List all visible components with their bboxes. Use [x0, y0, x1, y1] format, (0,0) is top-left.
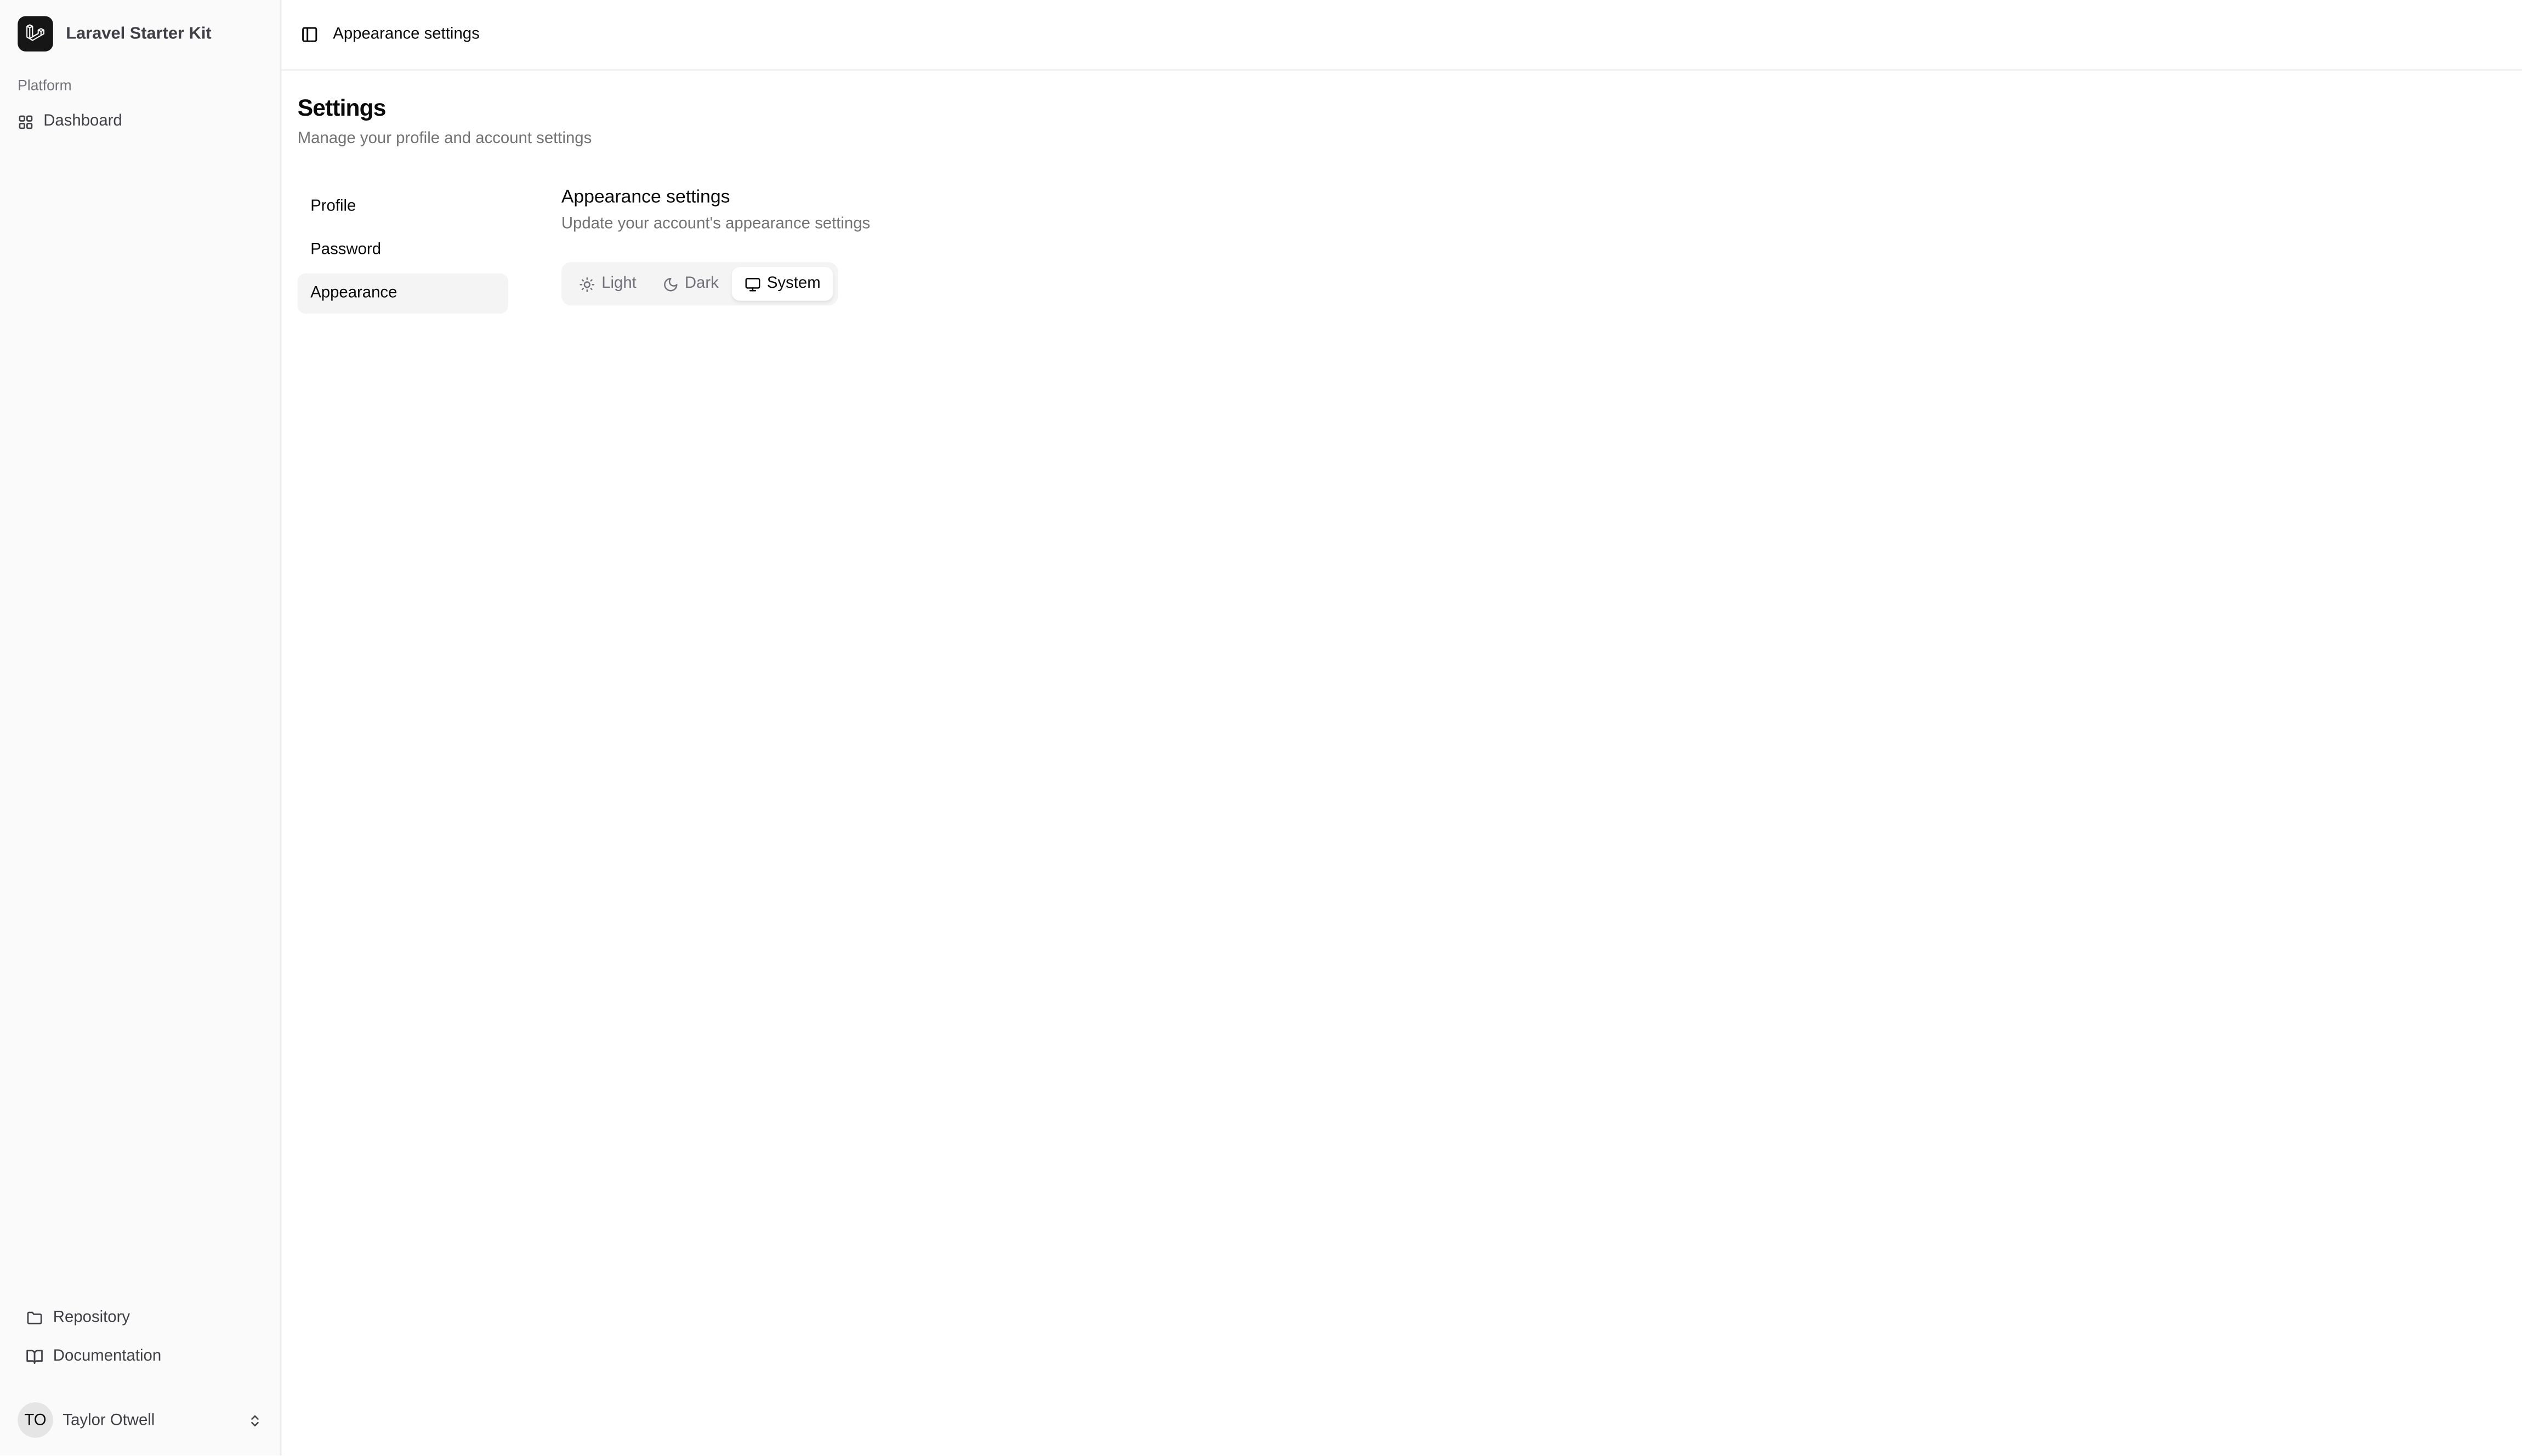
monitor-icon — [745, 276, 767, 292]
moon-icon — [662, 276, 685, 292]
appearance-system-button[interactable]: System — [731, 266, 834, 301]
app-name: Laravel Starter Kit — [66, 24, 212, 44]
settings-nav-profile[interactable]: Profile — [298, 186, 508, 226]
book-open-icon — [26, 1347, 53, 1365]
sidebar-item-label: Documentation — [53, 1347, 162, 1366]
user-menu-button[interactable]: TO Taylor Otwell — [18, 1402, 262, 1438]
sidebar-item-repository[interactable]: Repository — [26, 1309, 130, 1327]
settings-nav: Profile Password Appearance — [297, 186, 509, 317]
top-header: Appearance settings — [281, 0, 2522, 71]
user-name: Taylor Otwell — [63, 1411, 155, 1429]
brand[interactable]: Laravel Starter Kit — [18, 16, 212, 52]
sidebar-item-label: Dashboard — [43, 112, 122, 130]
option-label: System — [766, 275, 821, 293]
section-subtitle: Update your account's appearance setting… — [561, 215, 871, 234]
sidebar-toggle-icon[interactable] — [301, 25, 320, 44]
sidebar-item-dashboard[interactable]: Dashboard — [18, 112, 122, 130]
breadcrumb: Appearance settings — [333, 25, 480, 44]
layout-grid-icon — [18, 113, 43, 129]
page-title: Settings — [297, 96, 387, 122]
settings-nav-password[interactable]: Password — [298, 230, 508, 270]
chevrons-up-down-icon — [248, 1413, 262, 1427]
nav-group-label: Platform — [18, 77, 72, 94]
option-label: Dark — [684, 275, 719, 293]
sidebar: Laravel Starter Kit Platform Dashboard R… — [0, 0, 282, 1456]
section-title: Appearance settings — [561, 188, 730, 208]
appearance-dark-button[interactable]: Dark — [649, 267, 731, 301]
sidebar-item-label: Repository — [53, 1309, 130, 1327]
appearance-light-button[interactable]: Light — [566, 267, 650, 301]
page-subtitle: Manage your profile and account settings — [297, 130, 592, 148]
appearance-toggle-group: Light Dark System — [561, 262, 838, 306]
sidebar-item-documentation[interactable]: Documentation — [26, 1347, 162, 1366]
folder-icon — [26, 1309, 53, 1327]
laravel-logo-icon — [18, 16, 53, 52]
option-label: Light — [601, 275, 637, 293]
avatar: TO — [18, 1402, 53, 1438]
app-root: Laravel Starter Kit Platform Dashboard R… — [0, 0, 2522, 1456]
settings-nav-appearance[interactable]: Appearance — [297, 273, 509, 314]
sun-icon — [579, 276, 601, 292]
